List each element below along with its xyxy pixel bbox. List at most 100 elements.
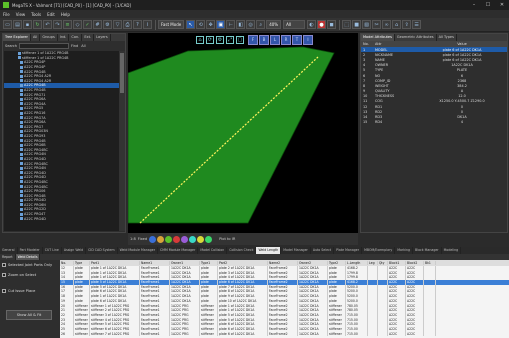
view-rotate-icon[interactable]: ⟳ xyxy=(206,36,214,44)
print-icon[interactable]: ⎙ xyxy=(123,20,132,29)
tab-geometric-attributes[interactable]: Geometric Attributes xyxy=(395,34,437,41)
view-top-button[interactable]: T xyxy=(292,35,302,45)
help-icon[interactable]: ? xyxy=(133,20,142,29)
bottom-tab[interactable]: Model Manager xyxy=(281,247,311,254)
leaf-icon[interactable] xyxy=(165,235,173,243)
view-home-icon[interactable]: ⌂ xyxy=(196,36,204,44)
column-header[interactable]: Block1 xyxy=(388,261,406,265)
bottom-tab[interactable]: Marking xyxy=(395,247,414,254)
new-file-icon[interactable]: ▭ xyxy=(3,20,12,29)
option-cut-issue-place[interactable]: Cut Issue Place xyxy=(0,286,60,296)
tree-scrollbar[interactable] xyxy=(119,51,125,231)
measure-icon[interactable]: ⊢ xyxy=(226,20,236,29)
attribute-row[interactable]: 1 MODEL plate 6 of 1A22C DK1A xyxy=(361,47,507,53)
tab-groups[interactable]: Groups xyxy=(40,34,58,41)
color-icon[interactable]: ◼ xyxy=(327,20,337,29)
view-fit-icon[interactable]: ⤢ xyxy=(226,36,234,44)
find-button[interactable]: Find xyxy=(71,44,78,48)
report-icon[interactable]: ☰ xyxy=(412,20,422,29)
column-header[interactable]: Name2 xyxy=(268,261,298,265)
column-header[interactable]: Qty xyxy=(378,261,388,265)
attribute-row[interactable]: 12 RD1 0 xyxy=(361,104,507,109)
column-header[interactable]: L.Length xyxy=(346,261,368,265)
all-button[interactable]: All xyxy=(81,44,85,48)
attribute-row[interactable]: 13 RD2 0 xyxy=(361,109,507,114)
column-header[interactable]: Type2 xyxy=(328,261,346,265)
rotate-icon[interactable]: ⟲ xyxy=(196,20,206,29)
column-header[interactable]: Owner2 xyxy=(298,261,328,265)
water-icon[interactable] xyxy=(189,235,197,243)
link-icon[interactable]: ∞ xyxy=(382,20,392,29)
hidden-line-icon[interactable]: ▧ xyxy=(362,20,372,29)
menu-tools[interactable]: Tools xyxy=(31,12,41,17)
view-gear-icon[interactable]: ⚙ xyxy=(216,36,224,44)
column-header[interactable]: Leg xyxy=(368,261,378,265)
tab-all-types[interactable]: All Types xyxy=(437,34,457,41)
bottom-tab[interactable]: General xyxy=(0,247,18,254)
attribute-row[interactable]: 4 OWNER 1A22C DK1A xyxy=(361,63,507,68)
filter-select[interactable]: All xyxy=(283,20,306,29)
column-header[interactable]: Name1 xyxy=(140,261,170,265)
minimize-button[interactable]: – xyxy=(467,0,481,10)
bottom-tab[interactable]: CUT Line xyxy=(43,247,62,254)
tree-search-input[interactable] xyxy=(19,42,70,49)
column-header[interactable]: Bk1 xyxy=(424,261,436,265)
column-header[interactable]: Type1 xyxy=(200,261,218,265)
menu-view[interactable]: View xyxy=(16,12,26,17)
lock-icon[interactable]: ⌂ xyxy=(392,20,402,29)
view-left-button[interactable]: L xyxy=(270,35,280,45)
column-header[interactable]: No. xyxy=(60,261,74,265)
tab-ext[interactable]: Ext. xyxy=(82,34,95,41)
attribute-row[interactable]: 5 TYPE PLATE xyxy=(361,68,507,73)
highlight-icon[interactable]: ◐ xyxy=(307,20,317,29)
attribute-row[interactable]: 9 QUALITY A xyxy=(361,89,507,94)
column-header[interactable]: Type xyxy=(74,261,90,265)
menu-edit[interactable]: Edit xyxy=(47,12,55,17)
attribute-row[interactable]: 6 NO 6 xyxy=(361,73,507,78)
3d-viewport[interactable]: ⌂ ⟳ ⚙ ⤢ ▢ F B L R T I xyxy=(128,33,358,233)
wireframe-icon[interactable]: ⬚ xyxy=(342,20,352,29)
model-tree-icon[interactable]: ≡ xyxy=(63,20,72,29)
save-icon[interactable]: ▪ xyxy=(23,20,32,29)
view-right-button[interactable]: R xyxy=(281,35,291,45)
bottom-tab[interactable]: Modeling xyxy=(442,247,462,254)
table-row[interactable]: 26 stiffener stiffener 7 of 1A22C PRG FaceF… xyxy=(60,331,509,337)
option-selected-joint-parts[interactable]: Selected Joint Parts Only xyxy=(0,260,60,270)
bottom-tab[interactable]: Assign Weld xyxy=(62,247,87,254)
tab-tree-explorer[interactable]: Tree Explorer xyxy=(3,34,31,41)
sun-icon[interactable] xyxy=(157,235,165,243)
star-icon[interactable] xyxy=(197,235,205,243)
scrollbar-thumb[interactable] xyxy=(120,53,124,93)
cut-icon[interactable]: ✂ xyxy=(372,20,382,29)
bottom-tab[interactable]: CMM Module Manager xyxy=(158,247,199,254)
attribute-row[interactable]: 7 COMP_ID 2368 xyxy=(361,78,507,83)
export-icon[interactable]: ⇪ xyxy=(402,20,412,29)
palette-icon[interactable] xyxy=(181,235,189,243)
tab-model-attributes[interactable]: Model Attributes xyxy=(361,34,395,41)
bottom-tab[interactable]: Part Modeler xyxy=(18,247,43,254)
bottom-tab[interactable]: Plate Manager xyxy=(334,247,363,254)
checkbox[interactable] xyxy=(2,263,6,267)
grid-icon[interactable]: # xyxy=(93,20,102,29)
menu-file[interactable]: File xyxy=(3,12,10,17)
redo-icon[interactable]: ↷ xyxy=(53,20,62,29)
check-circle-icon[interactable] xyxy=(205,235,213,243)
filter-icon[interactable]: ▽ xyxy=(113,20,122,29)
option-zoom-on-select[interactable]: Zoom on Select xyxy=(0,270,60,280)
zoom-select[interactable]: 40% xyxy=(266,20,282,29)
bottom-tab[interactable]: Auto Select xyxy=(311,247,335,254)
undo-icon[interactable]: ↶ xyxy=(43,20,52,29)
attribute-row[interactable]: 10 THICKNESS 12.0 xyxy=(361,94,507,99)
bottom-tab[interactable]: Model Collision xyxy=(198,247,228,254)
info-icon[interactable]: i xyxy=(143,20,152,29)
view-front-button[interactable]: F xyxy=(248,35,258,45)
mode-select[interactable]: Fast Mode xyxy=(158,20,185,29)
model-view[interactable] xyxy=(128,33,358,233)
bottom-tab[interactable]: Weld Length xyxy=(256,247,282,254)
bottom-tab[interactable]: Collision Check xyxy=(227,247,257,254)
attribute-row[interactable]: 3 NAME plate 6 of 1A22C DK1A xyxy=(361,57,507,62)
column-header[interactable]: Block2 xyxy=(406,261,424,265)
pan-icon[interactable]: ✥ xyxy=(206,20,216,29)
tab-ind[interactable]: Ind. xyxy=(58,34,70,41)
model-tree[interactable]: stiffener 1 of 1A22C PRG4B stiffener 1 of… xyxy=(4,51,119,231)
